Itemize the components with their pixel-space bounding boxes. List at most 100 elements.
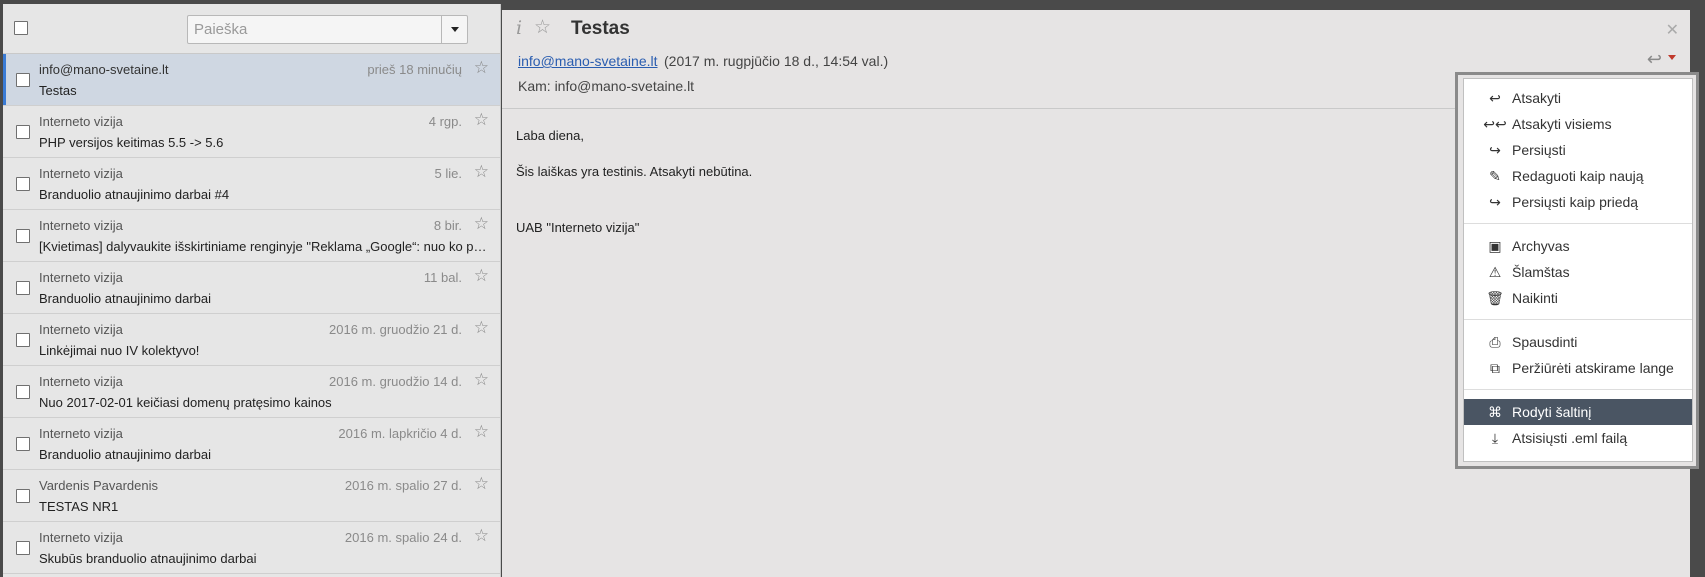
menu-divider [1464, 319, 1692, 320]
search-box [187, 15, 468, 44]
message-sender: info@mano-svetaine.lt [39, 62, 169, 77]
menu-item-print[interactable]: ⎙ Spausdinti [1464, 329, 1692, 355]
menu-item-open-window[interactable]: ⧉ Peržiūrėti atskirame lange [1464, 355, 1692, 381]
menu-item-label: Peržiūrėti atskirame lange [1512, 360, 1674, 376]
menu-item-label: Archyvas [1512, 238, 1570, 254]
message-date: 4 rgp. [428, 114, 462, 129]
message-subject: Skubūs branduolio atnaujinimo darbai [39, 551, 257, 566]
printer-icon: ⎙ [1489, 333, 1501, 350]
message-datetime: (2017 m. rugpjūčio 18 d., 14:54 val.) [664, 53, 889, 69]
message-row[interactable]: Interneto vizija 5 lie. ☆ Branduolio atn… [3, 158, 500, 210]
sender-link[interactable]: info@mano-svetaine.lt [518, 53, 658, 69]
message-row[interactable]: Interneto vizija 2016 m. gruodžio 21 d. … [3, 314, 500, 366]
message-subject: PHP versijos keitimas 5.5 -> 5.6 [39, 135, 224, 150]
info-icon[interactable]: i [516, 17, 522, 39]
message-subject: Testas [39, 83, 77, 98]
message-sender: Interneto vizija [39, 426, 123, 441]
message-row[interactable]: Interneto vizija 11 bal. ☆ Branduolio at… [3, 262, 500, 314]
menu-item-delete[interactable]: 🗑 Naikinti [1464, 285, 1692, 311]
star-icon[interactable]: ☆ [474, 59, 489, 76]
menu-item-label: Šlamštas [1512, 264, 1570, 280]
menu-item-label: Persiųsti kaip priedą [1512, 194, 1639, 210]
message-row[interactable]: Interneto vizija 2016 m. lapkričio 4 d. … [3, 418, 500, 470]
reply-icon: ↩ [1489, 89, 1501, 106]
message-checkbox[interactable] [16, 333, 30, 347]
star-icon[interactable]: ☆ [474, 215, 489, 232]
message-checkbox[interactable] [16, 281, 30, 295]
new-window-icon: ⧉ [1490, 359, 1500, 376]
menu-item-spam[interactable]: ⚠ Šlamštas [1464, 259, 1692, 285]
message-subject: Nuo 2017-02-01 keičiasi domenų pratęsimo… [39, 395, 332, 410]
star-icon[interactable]: ☆ [474, 527, 489, 544]
star-icon[interactable]: ☆ [474, 111, 489, 128]
star-icon[interactable]: ☆ [474, 371, 489, 388]
menu-item-archive[interactable]: ▣ Archyvas [1464, 233, 1692, 259]
search-input[interactable] [188, 16, 441, 43]
message-checkbox[interactable] [16, 541, 30, 555]
menu-item-label: Rodyti šaltinį [1512, 404, 1592, 420]
message-sender: Interneto vizija [39, 270, 123, 285]
star-icon[interactable]: ☆ [534, 18, 551, 37]
menu-item-edit-as-new[interactable]: ✎ Redaguoti kaip naują [1464, 163, 1692, 189]
message-row[interactable]: Interneto vizija 2016 m. spalio 24 d. ☆ … [3, 522, 500, 574]
message-date: 2016 m. spalio 24 d. [344, 530, 462, 545]
chevron-down-icon [450, 27, 459, 32]
message-date: 8 bir. [433, 218, 462, 233]
menu-item-download-eml[interactable]: ⤓ Atsisiųsti .eml failą [1464, 425, 1692, 451]
actions-menu: ↩ Atsakyti ↩↩ Atsakyti visiems ↪ Persiųs… [1463, 78, 1693, 462]
menu-item-label: Redaguoti kaip naują [1512, 168, 1644, 184]
message-row[interactable]: Interneto vizija 4 rgp. ☆ PHP versijos k… [3, 106, 500, 158]
message-sender: Interneto vizija [39, 166, 123, 181]
menu-item-forward[interactable]: ↪ Persiųsti [1464, 137, 1692, 163]
message-checkbox[interactable] [16, 73, 30, 87]
menu-divider [1464, 389, 1692, 390]
menu-item-show-source[interactable]: ⌘ Rodyti šaltinį [1464, 399, 1692, 425]
message-sender: Interneto vizija [39, 374, 123, 389]
message-checkbox[interactable] [16, 125, 30, 139]
menu-item-reply[interactable]: ↩ Atsakyti [1464, 85, 1692, 111]
star-icon[interactable]: ☆ [474, 319, 489, 336]
star-icon[interactable]: ☆ [474, 267, 489, 284]
message-subject: Linkėjimai nuo IV kolektyvo! [39, 343, 200, 358]
message-sender: Interneto vizija [39, 322, 123, 337]
message-checkbox[interactable] [16, 177, 30, 191]
select-all-checkbox[interactable] [14, 21, 28, 35]
trash-icon: 🗑 [1486, 289, 1504, 306]
message-date: 2016 m. gruodžio 14 d. [329, 374, 462, 389]
menu-item-label: Atsisiųsti .eml failą [1512, 430, 1628, 446]
menu-item-label: Spausdinti [1512, 334, 1578, 350]
star-icon[interactable]: ☆ [474, 475, 489, 492]
reply-icon[interactable]: ↩ [1647, 49, 1662, 70]
message-row[interactable]: Interneto vizija 8 bir. ☆ [Kvietimas] da… [3, 210, 500, 262]
message-sender: Vardenis Pavardenis [39, 478, 158, 493]
message-sender: Interneto vizija [39, 114, 123, 129]
menu-item-reply-all[interactable]: ↩↩ Atsakyti visiems [1464, 111, 1692, 137]
chevron-down-icon[interactable] [1668, 55, 1676, 60]
message-date: 2016 m. lapkričio 4 d. [338, 426, 462, 441]
search-options-button[interactable] [441, 16, 467, 43]
menu-item-label: Atsakyti visiems [1512, 116, 1612, 132]
close-icon[interactable]: ✕ [1666, 20, 1679, 40]
list-toolbar [3, 4, 500, 54]
message-row[interactable]: Interneto vizija 2016 m. gruodžio 14 d. … [3, 366, 500, 418]
menu-divider [1464, 223, 1692, 224]
message-checkbox[interactable] [16, 385, 30, 399]
message-checkbox[interactable] [16, 229, 30, 243]
star-icon[interactable]: ☆ [474, 163, 489, 180]
message-date: 5 lie. [434, 166, 462, 181]
message-subject: [Kvietimas] dalyvaukite išskirtiniame re… [39, 239, 487, 254]
message-subject: TESTAS NR1 [39, 499, 119, 514]
menu-item-label: Atsakyti [1512, 90, 1562, 106]
archive-icon: ▣ [1488, 237, 1502, 254]
star-icon[interactable]: ☆ [474, 423, 489, 440]
message-subject: Branduolio atnaujinimo darbai #4 [39, 187, 230, 202]
message-title: Testas [571, 18, 630, 39]
message-date: prieš 18 minučių [367, 62, 462, 77]
forward-icon: ↪ [1489, 193, 1501, 210]
message-row[interactable]: info@mano-svetaine.lt prieš 18 minučių ☆… [3, 54, 500, 106]
menu-item-forward-attachment[interactable]: ↪ Persiųsti kaip priedą [1464, 189, 1692, 215]
warning-icon: ⚠ [1488, 263, 1502, 280]
message-row[interactable]: Vardenis Pavardenis 2016 m. spalio 27 d.… [3, 470, 500, 522]
message-checkbox[interactable] [16, 437, 30, 451]
message-checkbox[interactable] [16, 489, 30, 503]
